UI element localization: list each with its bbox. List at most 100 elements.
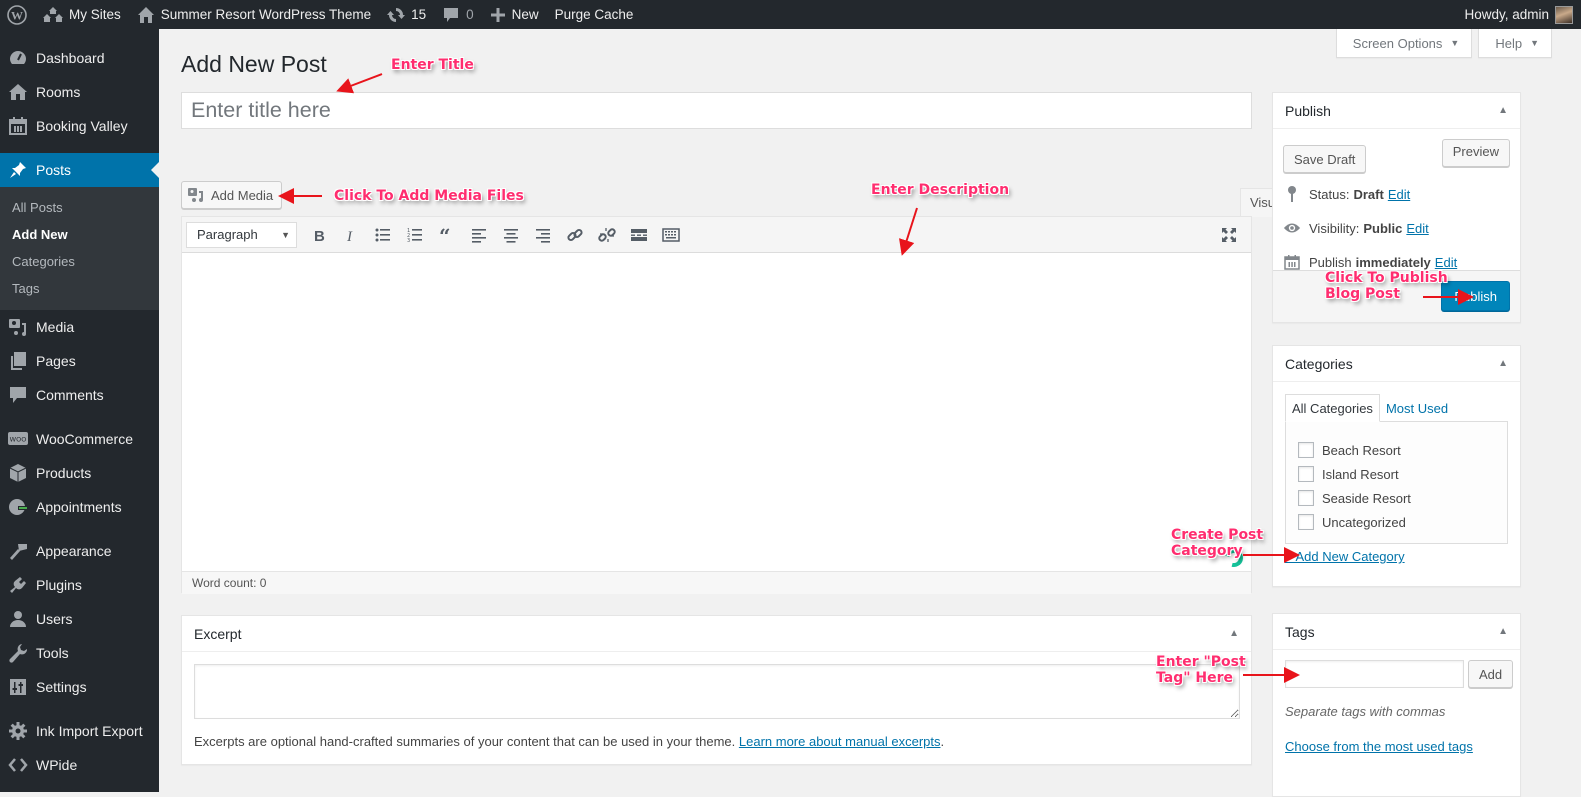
preview-button[interactable]: Preview: [1442, 139, 1510, 167]
edit-visibility-link[interactable]: Edit: [1406, 221, 1428, 236]
sidebar-item-ink-import-export[interactable]: Ink Import Export: [0, 714, 159, 748]
excerpt-box-header[interactable]: Excerpt ▲: [182, 616, 1251, 652]
purge-cache-button[interactable]: Purge Cache: [547, 0, 642, 29]
numbered-list-button[interactable]: 123: [399, 221, 431, 249]
add-media-button[interactable]: Add Media: [181, 181, 282, 209]
plug-icon: [8, 575, 28, 595]
sidebar-item-products[interactable]: Products: [0, 456, 159, 490]
pages-icon: [8, 351, 28, 371]
brush-icon: [8, 541, 28, 561]
category-item[interactable]: Seaside Resort: [1298, 486, 1495, 510]
bold-button[interactable]: B: [303, 221, 335, 249]
format-select[interactable]: Paragraph ▼: [186, 222, 297, 248]
svg-text:B: B: [314, 228, 325, 244]
sidebar-item-label: Appointments: [36, 499, 122, 515]
fullscreen-button[interactable]: [1213, 221, 1245, 249]
category-checkbox[interactable]: [1298, 466, 1314, 482]
sidebar-item-label: Appearance: [36, 543, 112, 559]
excerpt-textarea[interactable]: [194, 664, 1240, 719]
excerpt-period: .: [941, 734, 945, 749]
visibility-value: Public: [1363, 221, 1402, 236]
sidebar-item-appointments[interactable]: Appointments: [0, 490, 159, 524]
submenu-tags[interactable]: Tags: [0, 275, 159, 302]
toolbar-toggle-button[interactable]: [655, 221, 687, 249]
updates-menu[interactable]: 15: [379, 0, 434, 29]
sidebar-item-appearance[interactable]: Appearance: [0, 534, 159, 568]
publish-box-header[interactable]: Publish ▲: [1273, 93, 1520, 129]
sidebar-item-label: Media: [36, 319, 74, 335]
sidebar-item-rooms[interactable]: Rooms: [0, 75, 159, 109]
tab-all-categories[interactable]: All Categories: [1285, 394, 1380, 422]
add-new-category-link[interactable]: + Add New Category: [1285, 549, 1405, 564]
bold-icon: B: [310, 226, 328, 244]
sidebar-item-dashboard[interactable]: Dashboard: [0, 41, 159, 75]
categories-box-header[interactable]: Categories ▲: [1273, 346, 1520, 382]
collapse-arrow-icon[interactable]: ▲: [1498, 105, 1508, 116]
post-content-area[interactable]: [182, 253, 1251, 571]
add-tag-button[interactable]: Add: [1468, 660, 1513, 688]
tab-most-used[interactable]: Most Used: [1380, 394, 1454, 422]
sidebar-item-booking-valley[interactable]: Booking Valley: [0, 109, 159, 143]
post-title-input[interactable]: [181, 92, 1252, 129]
insert-link-button[interactable]: [559, 221, 591, 249]
choose-most-used-tags-link[interactable]: Choose from the most used tags: [1285, 739, 1473, 754]
category-item[interactable]: Island Resort: [1298, 462, 1495, 486]
sidebar-item-woocommerce[interactable]: WOO WooCommerce: [0, 422, 159, 456]
publish-button[interactable]: Publish: [1441, 281, 1510, 311]
updates-icon: [387, 6, 405, 24]
help-label: Help: [1495, 36, 1522, 51]
collapse-arrow-icon[interactable]: ▲: [1229, 628, 1239, 639]
submenu-categories[interactable]: Categories: [0, 248, 159, 275]
category-item[interactable]: Uncategorized: [1298, 510, 1495, 534]
editor-toolbar: Paragraph ▼ B I 123 “: [182, 217, 1251, 253]
user-icon: [8, 609, 28, 629]
sidebar-item-tools[interactable]: Tools: [0, 636, 159, 670]
help-button[interactable]: Help ▼: [1478, 29, 1552, 58]
italic-button[interactable]: I: [335, 221, 367, 249]
publish-heading: Publish: [1285, 103, 1331, 119]
screen-options-button[interactable]: Screen Options ▼: [1336, 29, 1473, 58]
tags-box-header[interactable]: Tags ▲: [1273, 614, 1520, 650]
category-item[interactable]: Beach Resort: [1298, 438, 1495, 462]
admin-bar: W My Sites Summer Resort WordPress Theme…: [0, 0, 1581, 29]
edit-schedule-link[interactable]: Edit: [1435, 255, 1457, 270]
category-checkbox[interactable]: [1298, 490, 1314, 506]
edit-status-link[interactable]: Edit: [1388, 187, 1410, 202]
sidebar-item-users[interactable]: Users: [0, 602, 159, 636]
sidebar-item-media[interactable]: Media: [0, 310, 159, 344]
tags-hint: Separate tags with commas: [1273, 688, 1520, 719]
align-center-button[interactable]: [495, 221, 527, 249]
status-label: Status:: [1309, 187, 1349, 202]
annotation-tag-line2: Tag" Here: [1156, 670, 1246, 686]
manual-excerpts-link[interactable]: Learn more about manual excerpts: [739, 734, 941, 749]
new-content-menu[interactable]: New: [482, 0, 547, 29]
save-draft-button[interactable]: Save Draft: [1283, 145, 1366, 173]
read-more-button[interactable]: [623, 221, 655, 249]
collapse-arrow-icon[interactable]: ▲: [1498, 626, 1508, 637]
category-checkbox[interactable]: [1298, 442, 1314, 458]
submenu-all-posts[interactable]: All Posts: [0, 194, 159, 221]
blockquote-button[interactable]: “: [431, 221, 463, 249]
comment-icon: [8, 385, 28, 405]
sidebar-item-settings[interactable]: Settings: [0, 670, 159, 704]
caret-down-icon: ▼: [1450, 38, 1459, 48]
collapse-arrow-icon[interactable]: ▲: [1498, 358, 1508, 369]
wordpress-logo-button[interactable]: W: [0, 0, 35, 29]
sidebar-item-posts[interactable]: Posts: [0, 153, 159, 187]
submenu-add-new[interactable]: Add New: [0, 221, 159, 248]
sidebar-item-plugins[interactable]: Plugins: [0, 568, 159, 602]
sidebar-item-pages[interactable]: Pages: [0, 344, 159, 378]
sidebar-item-wpide[interactable]: WPide: [0, 748, 159, 782]
align-right-button[interactable]: [527, 221, 559, 249]
annotation-category-line1: Create Post: [1171, 527, 1263, 543]
new-tag-input[interactable]: [1285, 660, 1464, 688]
my-sites-menu[interactable]: My Sites: [35, 0, 129, 29]
sidebar-item-comments[interactable]: Comments: [0, 378, 159, 412]
unlink-button[interactable]: [591, 221, 623, 249]
align-left-button[interactable]: [463, 221, 495, 249]
comments-menu[interactable]: 0: [434, 0, 482, 29]
site-name-menu[interactable]: Summer Resort WordPress Theme: [129, 0, 379, 29]
account-menu[interactable]: Howdy, admin: [1456, 0, 1581, 29]
bulleted-list-button[interactable]: [367, 221, 399, 249]
category-checkbox[interactable]: [1298, 514, 1314, 530]
